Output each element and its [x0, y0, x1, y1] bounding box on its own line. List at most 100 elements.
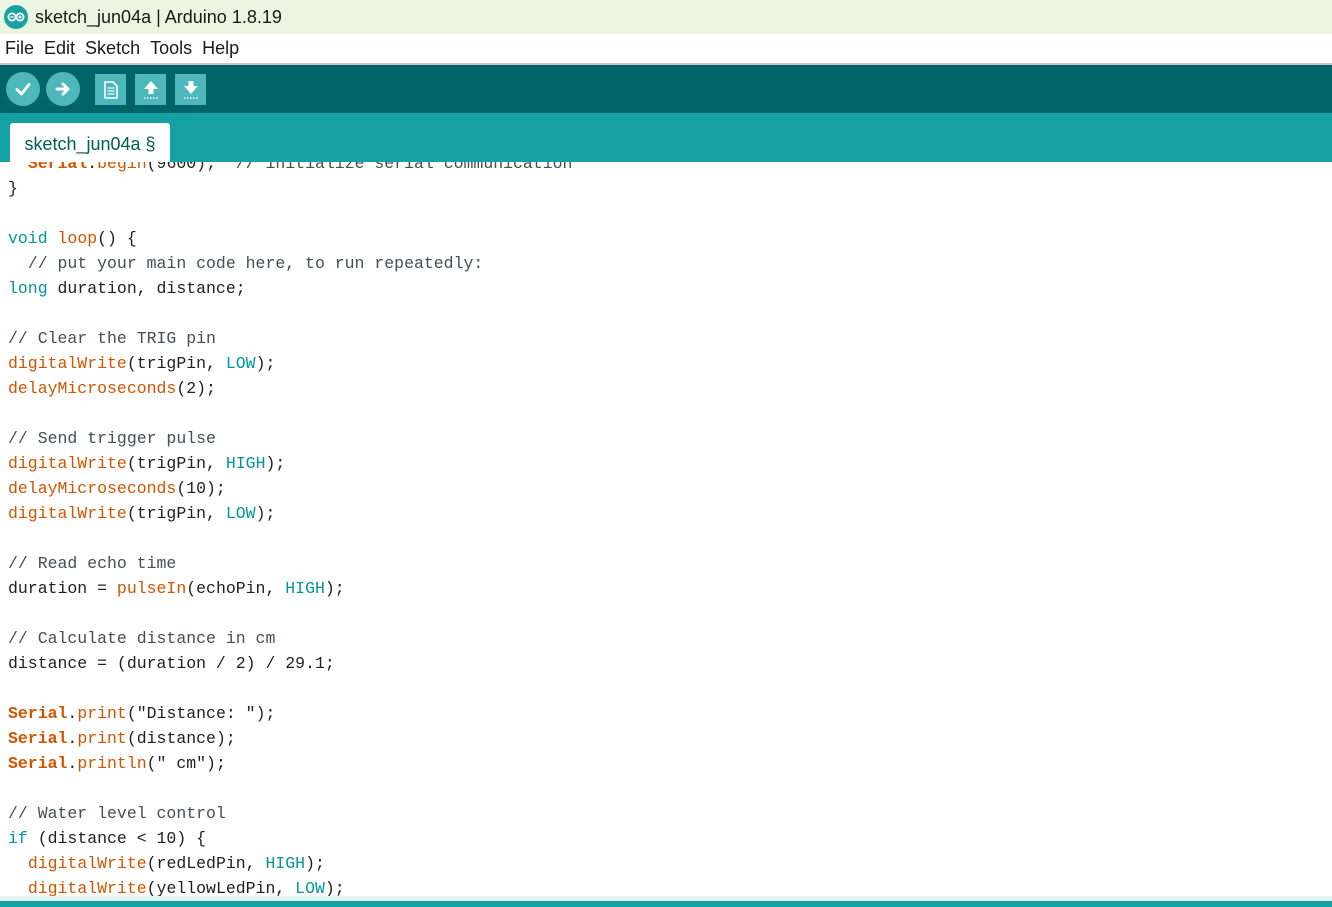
code-line: void loop() {	[8, 226, 572, 251]
code-token-func: delayMicroseconds	[8, 379, 177, 398]
status-bar	[0, 901, 1332, 907]
code-token-comment: // Clear the TRIG pin	[8, 329, 216, 348]
code-token-comment: // initialize serial communication	[235, 162, 573, 173]
code-token-plain: (9600);	[146, 162, 236, 173]
code-token-func: digitalWrite	[8, 454, 127, 473]
code-token-plain: (10);	[176, 479, 226, 498]
code-token-func: digitalWrite	[27, 854, 147, 873]
code-token-func: begin	[97, 162, 147, 173]
code-token-func: digitalWrite	[8, 354, 127, 373]
code-line: digitalWrite(trigPin, HIGH);	[8, 451, 572, 476]
menu-help[interactable]: Help	[197, 38, 244, 59]
code-token-classname: Serial	[8, 729, 68, 748]
menu-tools[interactable]: Tools	[145, 38, 197, 59]
code-token-plain: );	[255, 354, 276, 373]
save-button[interactable]	[175, 74, 206, 105]
code-token-const: HIGH	[285, 579, 325, 598]
code-content: Serial.begin(9600); // initialize serial…	[8, 162, 572, 896]
code-token-const: LOW	[225, 354, 256, 373]
code-line: digitalWrite(redLedPin, HIGH);	[8, 851, 572, 876]
code-token-plain: distance = (duration / 2) / 29.1;	[8, 654, 335, 673]
code-token-func: println	[77, 754, 147, 773]
code-token-plain: .	[87, 162, 98, 173]
code-token-plain: duration, distance;	[47, 279, 246, 298]
code-token-plain: (2);	[176, 379, 216, 398]
code-line: // put your main code here, to run repea…	[8, 251, 572, 276]
code-token-plain: (echoPin,	[186, 579, 286, 598]
code-token-func: print	[77, 704, 127, 723]
code-line: Serial.print("Distance: ");	[8, 701, 572, 726]
new-document-icon	[103, 80, 118, 99]
code-line: if (distance < 10) {	[8, 826, 572, 851]
code-line: digitalWrite(trigPin, LOW);	[8, 501, 572, 526]
toolbar	[0, 65, 1332, 113]
code-line: duration = pulseIn(echoPin, HIGH);	[8, 576, 572, 601]
code-token-func: loop	[57, 229, 98, 248]
code-token-plain: () {	[97, 229, 137, 248]
code-line: Serial.print(distance);	[8, 726, 572, 751]
code-token-comment: // Water level control	[8, 804, 226, 823]
code-token-plain: );	[255, 504, 276, 523]
upload-button[interactable]	[46, 72, 80, 106]
open-button[interactable]	[135, 74, 166, 105]
menu-bar: File Edit Sketch Tools Help	[0, 34, 1332, 65]
code-line: delayMicroseconds(2);	[8, 376, 572, 401]
code-token-plain: (distance < 10) {	[27, 829, 207, 848]
code-line: // Calculate distance in cm	[8, 626, 572, 651]
code-line: // Clear the TRIG pin	[8, 326, 572, 351]
code-token-plain: );	[324, 579, 345, 598]
code-token-classname: Serial	[8, 754, 68, 773]
code-token-comment: // Send trigger pulse	[8, 429, 216, 448]
menu-sketch[interactable]: Sketch	[80, 38, 145, 59]
code-token-keyword: void	[8, 229, 48, 248]
code-line: long duration, distance;	[8, 276, 572, 301]
code-line: digitalWrite(trigPin, LOW);	[8, 351, 572, 376]
code-token-keyword: long	[8, 279, 48, 298]
code-token-func: print	[77, 729, 127, 748]
tab-sketch-jun04a[interactable]: sketch_jun04a §	[10, 123, 170, 162]
verify-button[interactable]	[6, 72, 40, 106]
code-token-plain: duration =	[8, 579, 117, 598]
code-token-func: digitalWrite	[8, 504, 127, 523]
tab-bar: sketch_jun04a §	[0, 113, 1332, 162]
code-token-classname: Serial	[8, 704, 68, 723]
code-token-const: LOW	[225, 504, 256, 523]
code-line: // Water level control	[8, 801, 572, 826]
code-line: digitalWrite(yellowLedPin, LOW);	[8, 876, 572, 896]
code-token-comment: // put your main code here, to run repea…	[8, 254, 484, 273]
code-token-plain: (trigPin,	[126, 504, 226, 523]
menu-file[interactable]: File	[0, 38, 39, 59]
code-token-const: LOW	[295, 879, 325, 896]
code-line: distance = (duration / 2) / 29.1;	[8, 651, 572, 676]
code-token-plain: (redLedPin,	[146, 854, 266, 873]
window-title: sketch_jun04a | Arduino 1.8.19	[35, 6, 282, 27]
code-line: // Read echo time	[8, 551, 572, 576]
code-token-func: digitalWrite	[27, 879, 147, 896]
code-line: Serial.println(" cm");	[8, 751, 572, 776]
code-token-func: delayMicroseconds	[8, 479, 177, 498]
code-token-plain: .	[67, 729, 78, 748]
code-token-func: pulseIn	[116, 579, 187, 598]
title-bar: sketch_jun04a | Arduino 1.8.19	[0, 0, 1332, 34]
code-token-plain: (" cm");	[146, 754, 226, 773]
code-token-comment: // Calculate distance in cm	[8, 629, 276, 648]
code-token-plain: ("Distance: ");	[126, 704, 276, 723]
code-token-plain: (trigPin,	[126, 454, 226, 473]
code-editor[interactable]: Serial.begin(9600); // initialize serial…	[0, 162, 1332, 896]
code-token-comment: // Read echo time	[8, 554, 177, 573]
new-button[interactable]	[95, 74, 126, 105]
menu-edit[interactable]: Edit	[39, 38, 80, 59]
code-token-classname: Serial	[27, 162, 88, 173]
arrow-right-icon	[55, 82, 70, 96]
code-token-plain: (yellowLedPin,	[146, 879, 296, 896]
code-line: delayMicroseconds(10);	[8, 476, 572, 501]
code-token-plain: );	[324, 879, 345, 896]
